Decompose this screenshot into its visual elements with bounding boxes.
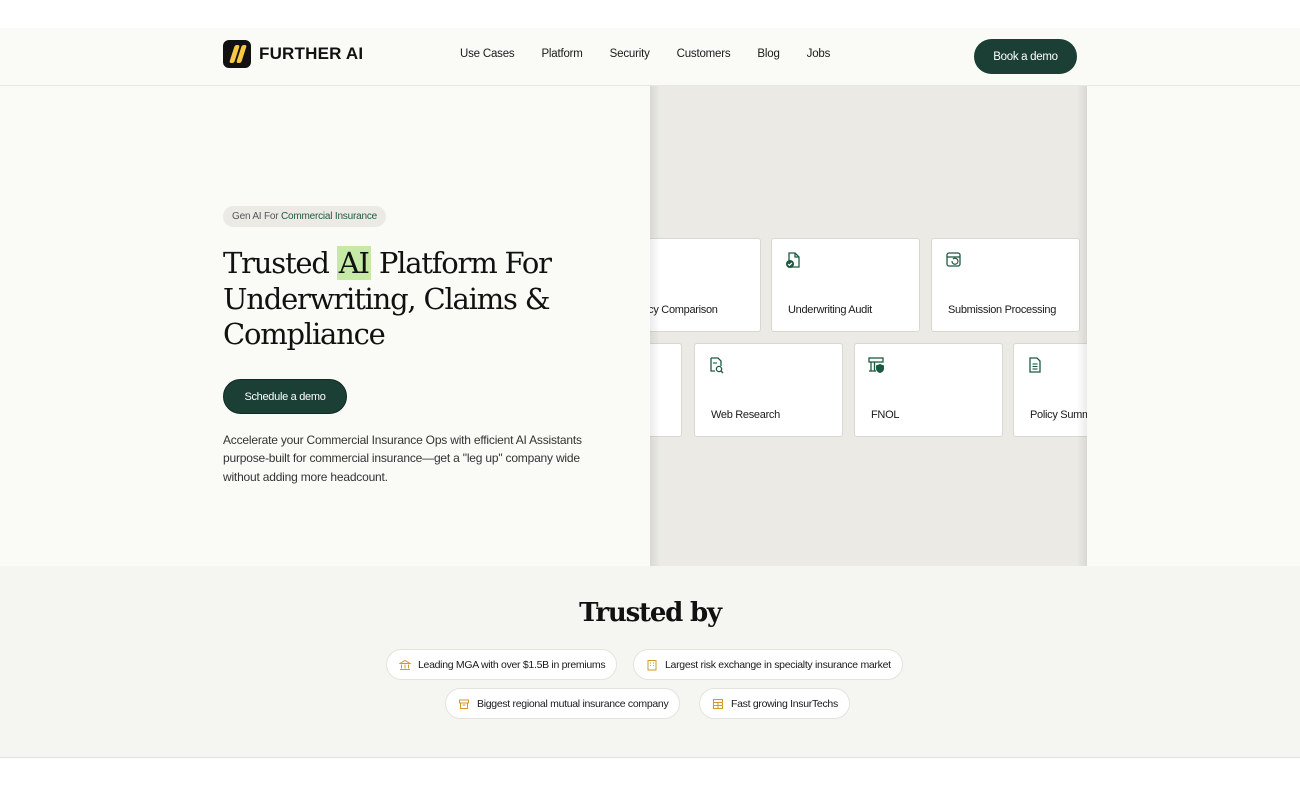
card-hidden[interactable]	[650, 343, 682, 437]
site-header: FURTHER AI Use Cases Platform Security C…	[0, 28, 1300, 86]
bottom-spacer	[0, 758, 1300, 788]
main-nav: Use Cases Platform Security Customers Bl…	[460, 48, 857, 60]
card-underwriting-audit[interactable]: Underwriting Audit	[771, 238, 920, 332]
refresh-window-icon	[946, 252, 961, 267]
use-case-carousel: Policy Comparison Underwriting Audit Sub…	[650, 86, 1087, 566]
hero-subtext: Accelerate your Commercial Insurance Ops…	[223, 433, 582, 484]
archive-icon	[459, 699, 469, 709]
trust-pill-mga: Leading MGA with over $1.5B in premiums	[386, 649, 618, 680]
nav-platform[interactable]: Platform	[541, 48, 582, 60]
trust-pill-insurtech: Fast growing InsurTechs	[699, 688, 850, 719]
trust-pill-text: Leading MGA with over $1.5B in premiums	[418, 658, 606, 671]
card-label: FNOL	[871, 409, 900, 421]
shield-building-icon	[868, 357, 884, 373]
trust-pill-text: Biggest regional mutual insurance compan…	[477, 697, 669, 710]
headline-part1: Trusted	[223, 246, 330, 280]
building-icon	[647, 659, 657, 670]
card-policy-comparison[interactable]: Policy Comparison	[650, 238, 761, 332]
hero-badge: Gen AI For Commercial Insurance	[223, 206, 386, 227]
nav-jobs[interactable]: Jobs	[807, 48, 831, 60]
schedule-demo-button[interactable]: Schedule a demo	[223, 379, 347, 414]
nav-customers[interactable]: Customers	[677, 48, 731, 60]
grid-building-icon	[713, 698, 723, 709]
card-label: Web Research	[711, 409, 780, 421]
document-search-icon	[710, 357, 724, 374]
hero-headline: Trusted AI Platform For Underwriting, Cl…	[223, 246, 623, 353]
document-check-icon	[786, 252, 800, 268]
nav-security[interactable]: Security	[610, 48, 650, 60]
badge-accent: Commercial Insurance	[280, 211, 377, 222]
logo[interactable]: FURTHER AI	[223, 40, 363, 68]
headline-highlight: AI	[336, 246, 371, 280]
card-fnol[interactable]: FNOL	[854, 343, 1003, 437]
nav-blog[interactable]: Blog	[757, 48, 779, 60]
card-label: Submission Processing	[948, 304, 1057, 316]
trust-pill-text: Fast growing InsurTechs	[731, 697, 838, 710]
card-web-research[interactable]: Web Research	[694, 343, 843, 437]
hero-right-margin	[1087, 86, 1300, 566]
bank-icon	[399, 659, 411, 670]
top-spacer	[0, 0, 1300, 28]
logo-mark-icon	[223, 40, 251, 68]
card-label: Policy Comparison	[650, 304, 718, 316]
badge-prefix: Gen AI For	[232, 211, 279, 222]
trust-pill-mutual: Biggest regional mutual insurance compan…	[445, 688, 681, 719]
book-demo-button[interactable]: Book a demo	[974, 39, 1077, 74]
trusted-by-title: Trusted by	[579, 598, 722, 628]
logo-text: FURTHER AI	[259, 44, 364, 63]
document-lines-icon	[1029, 357, 1041, 373]
card-label: Policy Summary	[1030, 409, 1087, 421]
card-policy-summary[interactable]: Policy Summary	[1013, 343, 1087, 437]
card-submission-processing[interactable]: Submission Processing	[931, 238, 1080, 332]
card-label: Underwriting Audit	[788, 304, 872, 316]
trust-pill-risk-exchange: Largest risk exchange in specialty insur…	[633, 649, 903, 680]
trust-pill-text: Largest risk exchange in specialty insur…	[665, 658, 891, 671]
nav-use-cases[interactable]: Use Cases	[460, 48, 515, 60]
